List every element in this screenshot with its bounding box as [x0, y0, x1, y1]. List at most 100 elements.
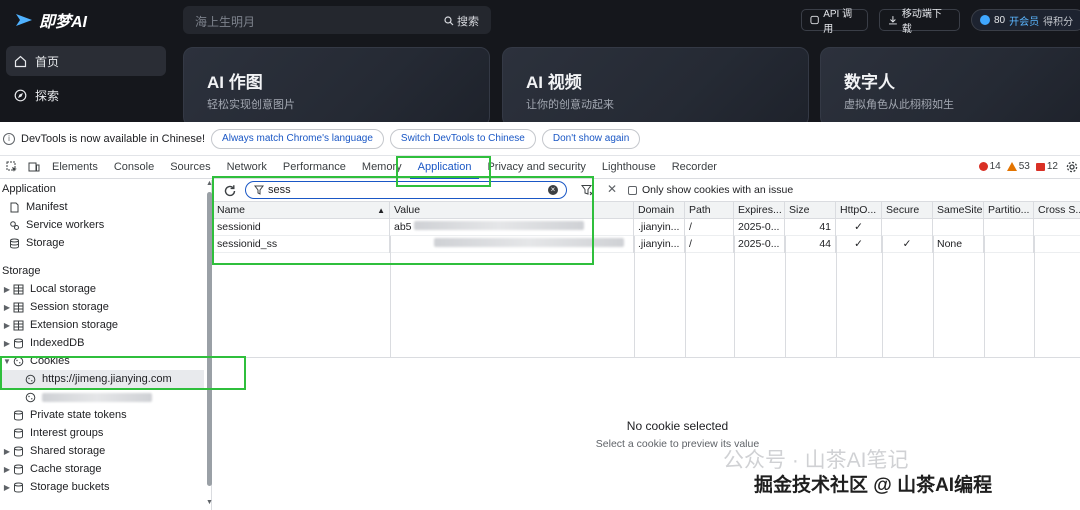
col-cross-site[interactable]: Cross S...: [1034, 202, 1080, 219]
tab-performance[interactable]: Performance: [275, 156, 354, 179]
table-icon: [12, 283, 24, 295]
clear-all-cookies-icon[interactable]: [581, 184, 594, 197]
col-size[interactable]: Size: [785, 202, 836, 219]
checkbox-box[interactable]: [628, 185, 637, 195]
api-button[interactable]: API 调用: [801, 9, 868, 35]
col-partition[interactable]: Partitio...: [984, 202, 1034, 219]
only-issue-checkbox[interactable]: Only show cookies with an issue: [628, 184, 793, 196]
tab-application[interactable]: Application: [409, 156, 480, 179]
col-path[interactable]: Path: [685, 202, 734, 219]
tree-item-shared-storage[interactable]: ▶ Shared storage: [0, 442, 211, 460]
download-button[interactable]: 移动端下载: [879, 9, 960, 35]
tree-item-manifest[interactable]: Manifest: [0, 198, 211, 216]
tree-item-cookie-origin-redacted[interactable]: [0, 388, 211, 406]
cell-size: 44: [785, 236, 836, 253]
sidebar-scrollbar[interactable]: [207, 192, 212, 486]
table-icon: [12, 319, 24, 331]
col-secure[interactable]: Secure: [882, 202, 933, 219]
tab-elements[interactable]: Elements: [44, 156, 106, 179]
tree-item-storage-buckets[interactable]: ▶ Storage buckets: [0, 478, 211, 496]
expand-arrow-icon[interactable]: ▶: [2, 465, 12, 474]
switch-language-button[interactable]: Switch DevTools to Chinese: [389, 128, 536, 149]
tree-item-label: https://jimeng.jianying.com: [42, 373, 172, 385]
col-name[interactable]: Name ▲: [213, 202, 390, 219]
tab-memory[interactable]: Memory: [354, 156, 410, 179]
search-box[interactable]: 海上生明月 搜索: [183, 6, 491, 34]
scroll-up-arrow-icon[interactable]: ▲: [206, 180, 213, 187]
delete-selected-icon[interactable]: ✕: [607, 182, 617, 196]
file-icon: [8, 201, 20, 213]
section-application: Application: [2, 183, 56, 195]
refresh-icon[interactable]: [223, 184, 237, 198]
expand-arrow-icon[interactable]: ▶: [2, 303, 12, 312]
clear-filter-icon[interactable]: ×: [548, 185, 558, 195]
tree-item-private-state-tokens[interactable]: Private state tokens: [0, 406, 211, 424]
tree-item-interest-groups[interactable]: Interest groups: [0, 424, 211, 442]
collapse-arrow-icon[interactable]: ▼: [2, 357, 12, 366]
tab-console[interactable]: Console: [106, 156, 162, 179]
expand-arrow-icon[interactable]: ▶: [2, 321, 12, 330]
issue-count-badge[interactable]: 12: [1035, 161, 1058, 172]
tab-recorder[interactable]: Recorder: [664, 156, 725, 179]
expand-arrow-icon[interactable]: ▶: [2, 339, 12, 348]
col-domain[interactable]: Domain: [634, 202, 685, 219]
scroll-down-arrow-icon[interactable]: ▼: [206, 499, 213, 506]
redacted-origin: [42, 392, 152, 402]
points-badge[interactable]: 80 开会员 得积分: [971, 9, 1080, 31]
feature-card-avatar[interactable]: 数字人 虚拟角色从此栩栩如生: [820, 47, 1080, 122]
expand-arrow-icon[interactable]: ▶: [2, 483, 12, 492]
settings-gear-icon[interactable]: [1066, 161, 1078, 173]
warning-count-badge[interactable]: 53: [1006, 161, 1030, 172]
devtools-panel: i DevTools is now available in Chinese! …: [0, 122, 1080, 510]
card-title: AI 作图: [207, 73, 263, 92]
issue-badges[interactable]: 14 53 12: [978, 161, 1058, 172]
vip-link[interactable]: 开会员: [1009, 13, 1039, 28]
cookies-table: Name ▲ Value Domain Path Expires... Size …: [213, 202, 1080, 358]
database-icon: [12, 445, 24, 457]
match-language-button[interactable]: Always match Chrome's language: [211, 128, 384, 149]
tree-item-label: Interest groups: [30, 427, 104, 439]
tree-item-local-storage[interactable]: ▶ Local storage: [0, 280, 211, 298]
tree-item-storage[interactable]: Storage: [0, 234, 211, 252]
table-row[interactable]: sessionid_ss .jianyin... / 2025-0... 44 …: [213, 236, 1080, 253]
expand-arrow-icon[interactable]: ▶: [2, 447, 12, 456]
tab-sources[interactable]: Sources: [162, 156, 218, 179]
tree-item-session-storage[interactable]: ▶ Session storage: [0, 298, 211, 316]
watermark-juejin: 掘金技术社区 @ 山茶AI编程: [754, 475, 993, 496]
card-title: AI 视频: [526, 73, 582, 92]
table-row[interactable]: sessionid ab5 .jianyin... / 2025-0... 41…: [213, 219, 1080, 236]
section-storage: Storage: [2, 265, 41, 277]
tree-item-cache-storage[interactable]: ▶ Cache storage: [0, 460, 211, 478]
nav-item-label: 首页: [35, 54, 60, 69]
col-expires[interactable]: Expires...: [734, 202, 785, 219]
tree-item-service-workers[interactable]: Service workers: [0, 216, 211, 234]
tree-item-cookies[interactable]: ▼ Cookies: [0, 352, 211, 370]
nav-item-explore[interactable]: 探索: [6, 80, 166, 110]
tree-item-extension-storage[interactable]: ▶ Extension storage: [0, 316, 211, 334]
cookie-icon: [24, 391, 36, 403]
device-toolbar-button[interactable]: [24, 161, 44, 173]
tab-lighthouse[interactable]: Lighthouse: [594, 156, 664, 179]
search-button[interactable]: 搜索: [444, 13, 479, 29]
tree-item-cookie-origin[interactable]: https://jimeng.jianying.com: [0, 370, 204, 388]
col-value[interactable]: Value: [390, 202, 634, 219]
col-samesite[interactable]: SameSite: [933, 202, 984, 219]
cell-path: /: [685, 219, 734, 236]
earn-points-link[interactable]: 得积分: [1043, 13, 1073, 28]
col-httponly[interactable]: HttpO...: [836, 202, 882, 219]
tab-network[interactable]: Network: [219, 156, 275, 179]
expand-arrow-icon[interactable]: ▶: [2, 285, 12, 294]
cookie-filter-input[interactable]: [268, 183, 538, 197]
inspect-icon: [6, 161, 17, 172]
tab-privacy-security[interactable]: Privacy and security: [479, 156, 593, 179]
dont-show-again-button[interactable]: Don't show again: [541, 128, 641, 149]
feature-card-video[interactable]: AI 视频 让你的创意动起来: [502, 47, 809, 122]
feature-card-image[interactable]: AI 作图 轻松实现创意图片: [183, 47, 490, 122]
error-count-badge[interactable]: 14: [978, 161, 1001, 172]
nav-item-home[interactable]: 首页: [6, 46, 166, 76]
tree-item-indexeddb[interactable]: ▶ IndexedDB: [0, 334, 211, 352]
tree-item-label: Private state tokens: [30, 409, 127, 421]
inspect-element-button[interactable]: [2, 161, 22, 173]
cookie-filter[interactable]: ×: [245, 181, 567, 199]
app-logo[interactable]: 即梦AI: [14, 8, 87, 32]
